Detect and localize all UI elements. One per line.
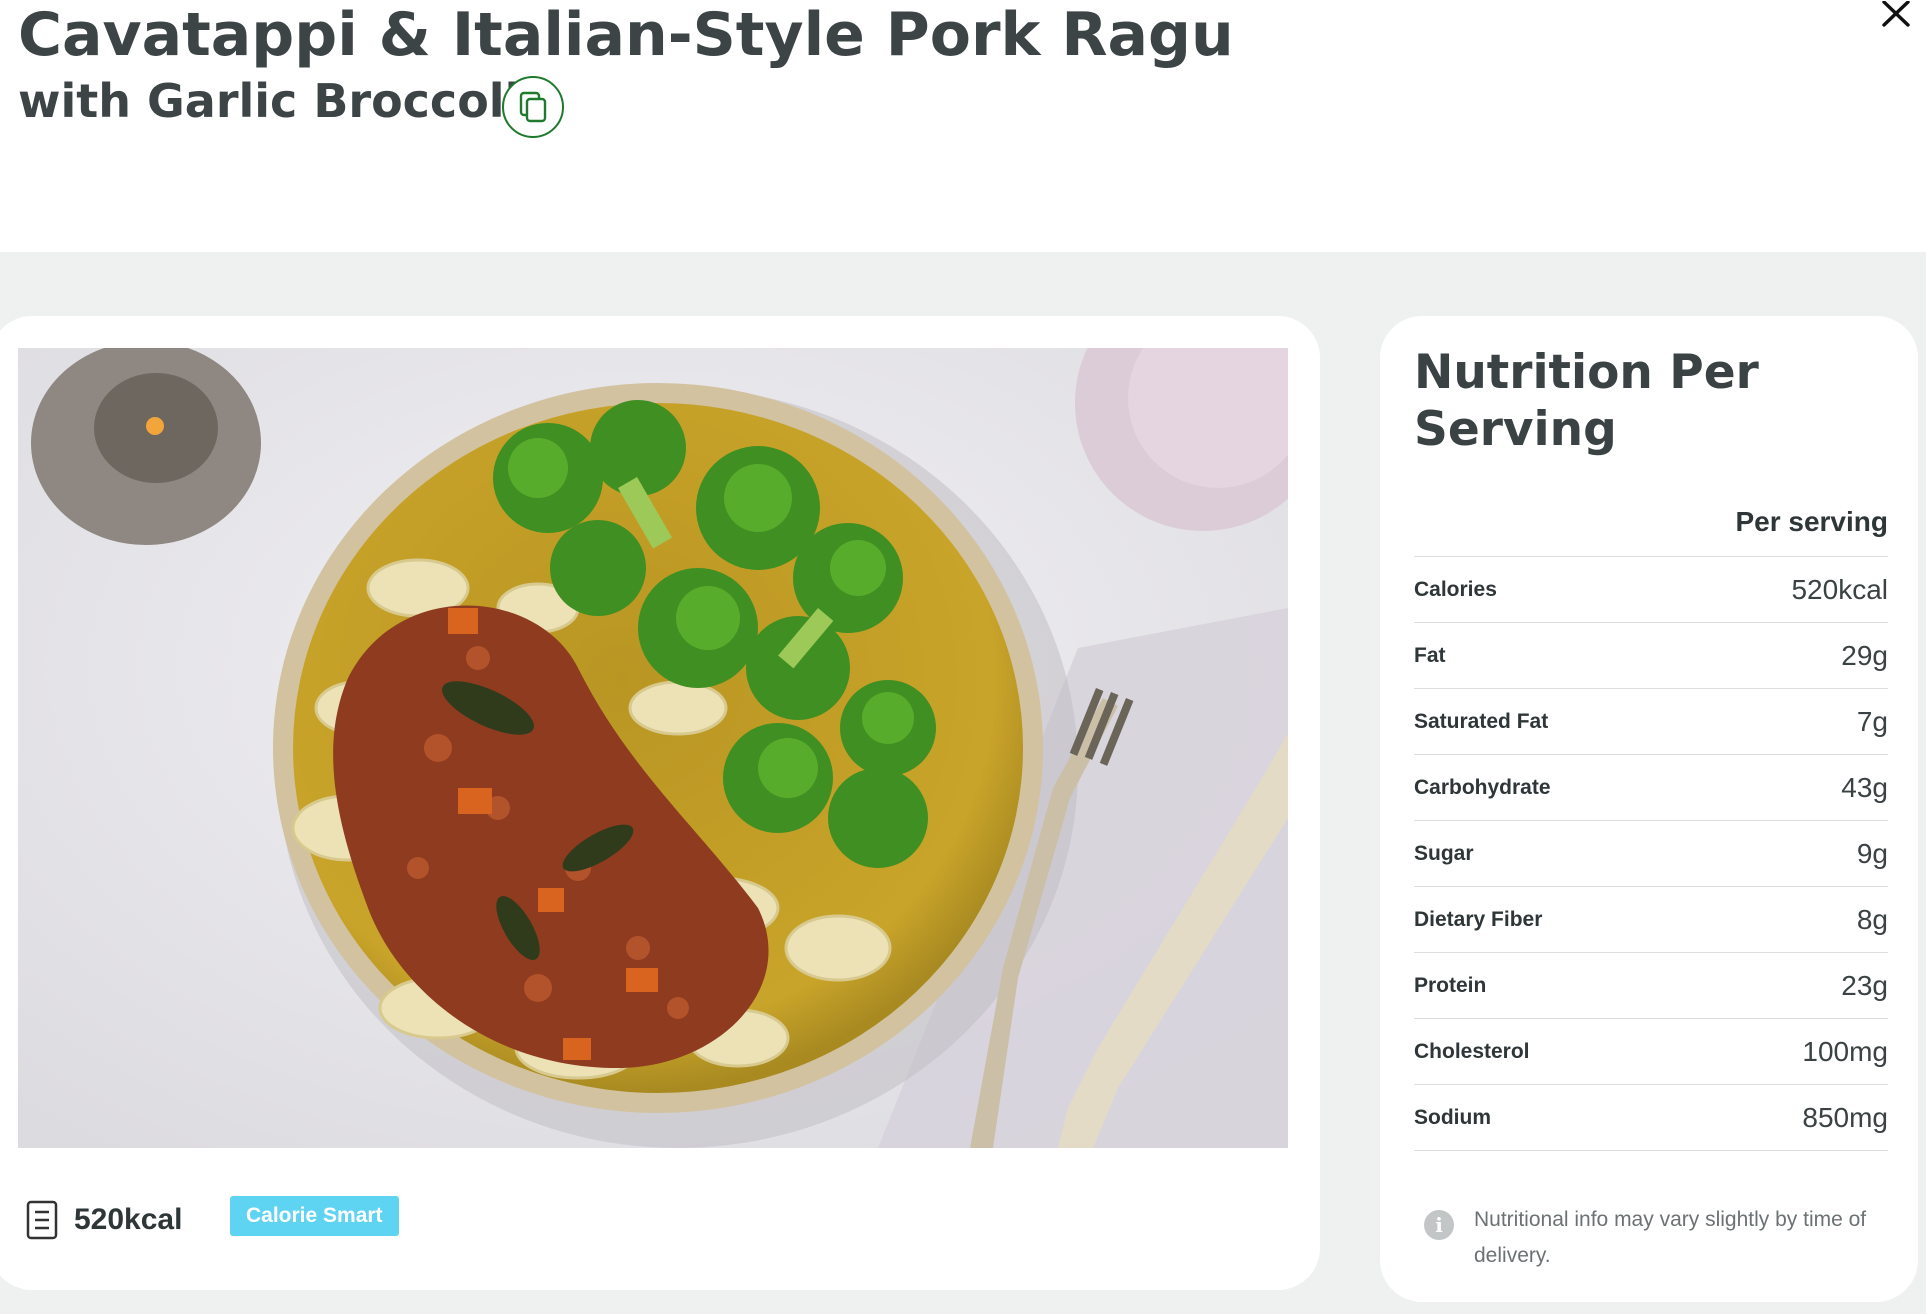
nutrition-row: Cholesterol 100mg [1414,1019,1888,1085]
recipe-header: Cavatappi & Italian-Style Pork Ragu with… [0,0,1926,252]
nutrition-row: Sodium 850mg [1414,1085,1888,1151]
nutrition-row: Dietary Fiber 8g [1414,887,1888,953]
nutrient-value: 7g [1856,705,1888,737]
nutrition-note: i Nutritional info may vary slightly by … [1424,1202,1884,1274]
nutrient-value: 9g [1856,837,1888,869]
nutrition-row: Calories 520kcal [1414,557,1888,623]
nutrition-note-text: Nutritional info may vary slightly by ti… [1474,1208,1867,1267]
recipe-title: Cavatappi & Italian-Style Pork Ragu [18,0,1234,70]
recipe-photo [18,348,1288,1148]
calorie-value: 520kcal [74,1203,183,1236]
nutrition-title: Nutrition Per Serving [1414,345,1759,457]
nutrient-name: Cholesterol [1414,1039,1530,1063]
nutrient-name: Sugar [1414,841,1474,865]
nutrient-name: Protein [1414,973,1487,997]
dish-illustration [18,348,1288,1148]
nutrient-value: 29g [1841,639,1888,671]
close-button[interactable] [1876,0,1916,28]
copy-button[interactable] [502,76,564,138]
nutrient-value: 850mg [1802,1101,1888,1133]
nutrient-name: Carbohydrate [1414,775,1551,799]
nutrient-value: 520kcal [1791,573,1888,605]
calorie-smart-badge: Calorie Smart [230,1196,399,1236]
nutrition-row: Saturated Fat 7g [1414,689,1888,755]
document-icon [24,1198,60,1242]
calorie-info: 520kcal [24,1196,182,1244]
nutrition-table: Per serving Calories 520kcal Fat 29g Sat… [1414,494,1888,1151]
nutrient-value: 43g [1841,771,1888,803]
close-icon [1882,1,1910,27]
copy-icon [519,91,547,123]
nutrition-row: Fat 29g [1414,623,1888,689]
recipe-subtitle: with Garlic Broccoli [18,74,521,128]
nutrition-row: Protein 23g [1414,953,1888,1019]
nutrient-name: Fat [1414,643,1446,667]
nutrient-value: 23g [1841,969,1888,1001]
nutrition-card: Nutrition Per Serving Per serving Calori… [1380,316,1918,1302]
nutrient-name: Sodium [1414,1105,1491,1129]
nutrition-row: Sugar 9g [1414,821,1888,887]
nutrient-name: Dietary Fiber [1414,907,1543,931]
per-serving-header: Per serving [1414,494,1888,557]
nutrient-name: Saturated Fat [1414,709,1549,733]
nutrition-row: Carbohydrate 43g [1414,755,1888,821]
nutrient-value: 8g [1856,903,1888,935]
nutrient-name: Calories [1414,577,1497,601]
nutrient-value: 100mg [1802,1035,1888,1067]
info-icon: i [1424,1210,1454,1240]
